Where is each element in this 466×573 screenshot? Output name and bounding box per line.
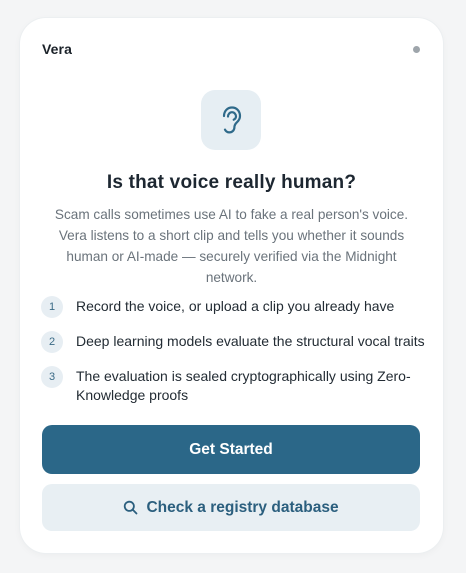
step-number: 2 [41,331,63,353]
welcome-card: Vera Is that voice really human? Scam ca… [20,18,443,553]
check-registry-label: Check a registry database [146,498,339,516]
steps-list: 1 Record the voice, or upload a clip you… [41,295,426,417]
status-dot [413,46,420,53]
get-started-button[interactable]: Get Started [42,425,420,474]
list-item: 3 The evaluation is sealed cryptographic… [41,365,426,405]
get-started-label: Get Started [189,440,273,458]
page-title: Is that voice really human? [106,172,357,193]
search-icon [123,500,138,515]
step-number: 3 [41,366,63,388]
list-item: 2 Deep learning models evaluate the stru… [41,330,426,353]
step-text: Record the voice, or upload a clip you a… [76,298,395,314]
step-text: The evaluation is sealed cryptographical… [76,368,411,403]
brand-name: Vera [42,41,72,57]
step-text: Deep learning models evaluate the struct… [76,333,425,349]
step-number: 1 [41,296,63,318]
list-item: 1 Record the voice, or upload a clip you… [41,295,426,318]
ear-icon [201,90,261,150]
check-registry-button[interactable]: Check a registry database [42,484,420,531]
intro-description: Scam calls sometimes use AI to fake a re… [54,207,409,285]
